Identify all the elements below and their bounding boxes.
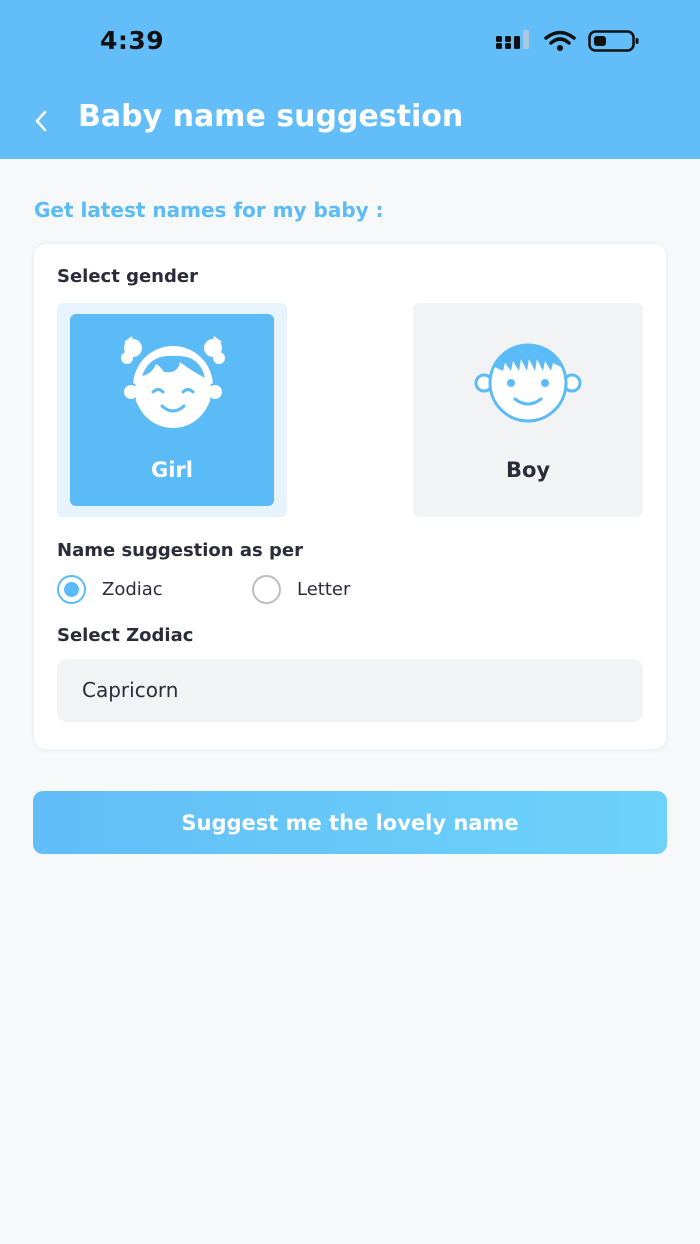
gender-label: Select gender [57, 266, 198, 287]
section-heading: Get latest names for my baby : [34, 198, 384, 222]
app-header: 4:39 Baby name suggestion [0, 0, 700, 159]
radio-zodiac[interactable]: Zodiac [57, 575, 163, 604]
boy-face-icon [474, 343, 582, 423]
cellular-signal-icon [496, 30, 529, 49]
status-icons [496, 28, 640, 54]
suggestion-mode-label: Name suggestion as per [57, 540, 303, 561]
boy-label: Boy [505, 458, 551, 482]
zodiac-value: Capricorn [82, 678, 179, 702]
suggest-name-button[interactable]: Suggest me the lovely name [33, 791, 667, 854]
radio-letter[interactable]: Letter [252, 575, 350, 604]
gender-option-boy[interactable]: Boy [413, 303, 643, 517]
chevron-left-icon [35, 110, 47, 132]
back-button[interactable] [26, 104, 56, 138]
girl-label: Girl [151, 458, 193, 482]
wifi-icon [544, 30, 576, 51]
radio-zodiac-indicator[interactable] [57, 575, 86, 604]
radio-zodiac-label: Zodiac [102, 579, 163, 600]
zodiac-select[interactable]: Capricorn [57, 659, 643, 722]
girl-face-icon [121, 336, 225, 428]
zodiac-label: Select Zodiac [57, 625, 194, 646]
battery-icon [588, 30, 639, 52]
status-time: 4:39 [100, 26, 165, 55]
radio-letter-indicator[interactable] [252, 575, 281, 604]
gender-option-girl[interactable]: Girl [70, 314, 274, 506]
suggest-name-label: Suggest me the lovely name [181, 810, 519, 835]
page-title: Baby name suggestion [78, 99, 464, 134]
radio-letter-label: Letter [297, 579, 351, 600]
